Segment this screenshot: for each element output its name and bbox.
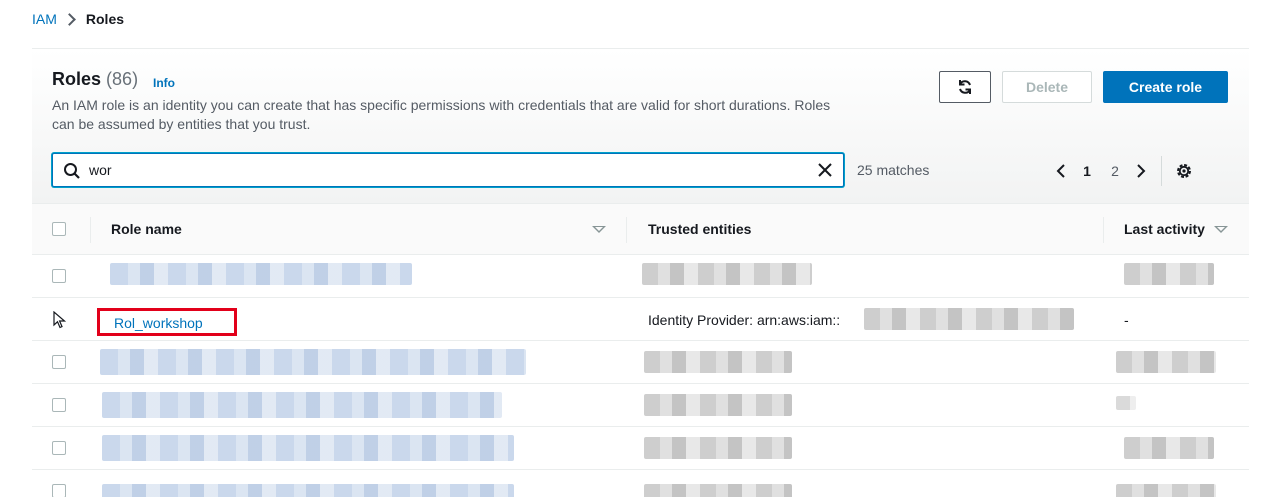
table-row[interactable] — [32, 427, 1249, 470]
redacted-last-activity — [1116, 351, 1216, 373]
redacted-arn — [864, 308, 1074, 330]
sort-caret-icon[interactable] — [1214, 226, 1228, 233]
select-all-checkbox[interactable] — [52, 222, 66, 236]
page-1-button[interactable]: 1 — [1073, 163, 1101, 179]
redacted-last-activity — [1124, 263, 1214, 285]
breadcrumb-iam-link[interactable]: IAM — [32, 11, 57, 27]
table-row[interactable] — [32, 384, 1249, 427]
redacted-trusted-entity — [642, 263, 812, 285]
column-divider — [90, 217, 91, 243]
row-checkbox[interactable] — [52, 441, 66, 455]
breadcrumb: IAM Roles — [32, 11, 124, 27]
search-input[interactable] — [89, 160, 789, 180]
pagination-divider — [1161, 156, 1162, 186]
column-header-last-activity[interactable]: Last activity — [1124, 221, 1205, 237]
column-header-role-name[interactable]: Role name — [111, 221, 182, 237]
close-icon[interactable] — [817, 162, 833, 178]
redacted-role-name — [102, 435, 514, 461]
search-field[interactable] — [52, 153, 844, 187]
chevron-left-icon[interactable] — [1049, 159, 1073, 183]
search-icon — [64, 163, 80, 179]
refresh-button[interactable] — [939, 71, 991, 103]
row-checkbox[interactable] — [52, 355, 66, 369]
sort-caret-icon[interactable] — [592, 226, 606, 233]
table-row[interactable] — [32, 470, 1249, 497]
cursor-icon — [53, 311, 67, 329]
redacted-role-name — [110, 263, 412, 285]
redacted-trusted-entity — [644, 394, 792, 416]
page-title: Roles (86) — [52, 69, 138, 90]
table-row[interactable] — [32, 255, 1249, 298]
refresh-icon — [959, 80, 971, 94]
redacted-trusted-entity — [644, 484, 792, 497]
column-divider — [626, 217, 627, 243]
redacted-last-activity — [1116, 484, 1216, 497]
page-2-button[interactable]: 2 — [1101, 163, 1129, 179]
redacted-last-activity — [1124, 437, 1214, 459]
column-divider — [1103, 217, 1104, 243]
create-role-button[interactable]: Create role — [1103, 71, 1228, 103]
row-checkbox[interactable] — [52, 484, 66, 497]
chevron-right-icon — [63, 12, 76, 26]
search-match-count: 25 matches — [857, 162, 930, 178]
last-activity-value: - — [1124, 312, 1129, 328]
trusted-entity-value: Identity Provider: arn:aws:iam:: — [648, 312, 841, 328]
redacted-trusted-entity — [644, 437, 792, 459]
page-description: An IAM role is an identity you can creat… — [52, 97, 831, 132]
table-row-rol-workshop[interactable]: Rol_workshop Identity Provider: arn:aws:… — [32, 298, 1249, 341]
redacted-role-name — [102, 484, 514, 497]
table-header: Role name Trusted entities Last activity — [32, 203, 1249, 255]
redacted-last-activity — [1116, 396, 1136, 410]
page-title-text: Roles — [52, 69, 102, 89]
redacted-role-name — [102, 392, 502, 418]
table-row[interactable] — [32, 341, 1249, 384]
row-checkbox[interactable] — [52, 398, 66, 412]
row-checkbox[interactable] — [52, 269, 66, 283]
redacted-trusted-entity — [644, 351, 792, 373]
role-name-link[interactable]: Rol_workshop — [97, 308, 237, 336]
breadcrumb-current: Roles — [85, 11, 125, 27]
chevron-right-icon[interactable] — [1129, 159, 1153, 183]
delete-button[interactable]: Delete — [1002, 71, 1092, 103]
roles-header: Roles (86) Info An IAM role is an identi… — [32, 49, 1249, 203]
gear-icon[interactable] — [1174, 161, 1194, 181]
column-header-trusted-entities[interactable]: Trusted entities — [648, 221, 751, 237]
roles-count: (86) — [106, 69, 139, 89]
info-link[interactable]: Info — [153, 76, 175, 90]
redacted-role-name — [100, 349, 526, 375]
pagination: 1 2 — [1049, 156, 1194, 186]
roles-panel: Roles (86) Info An IAM role is an identi… — [32, 48, 1249, 497]
